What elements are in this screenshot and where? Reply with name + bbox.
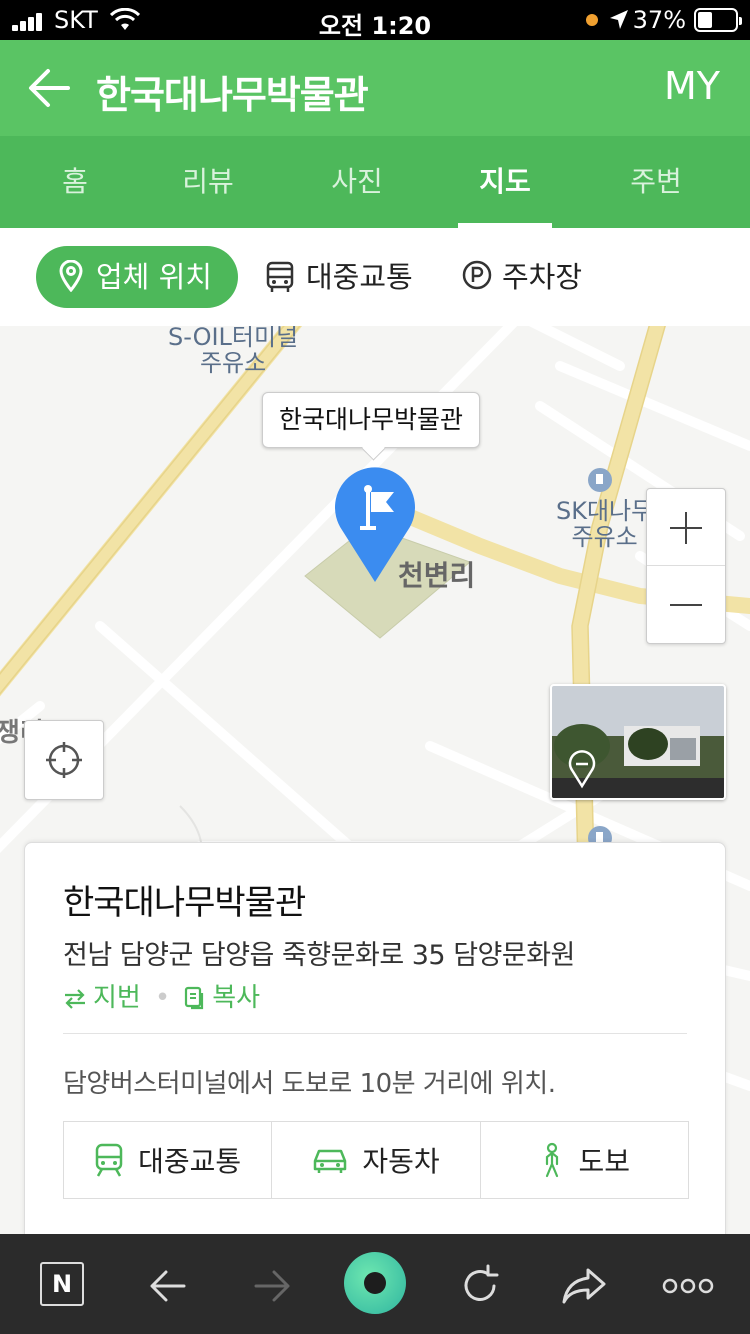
car-route-button[interactable]: 자동차 (272, 1122, 481, 1198)
tab-nearby[interactable]: 주변 (601, 136, 711, 228)
transit-chip-label: 대중교통 (306, 260, 413, 294)
tab-home[interactable]: 홈 (20, 136, 130, 228)
map-label-sk: SK대나무 주유소 (556, 498, 653, 550)
crosshair-icon (46, 742, 82, 778)
parking-chip[interactable]: 주차장 (462, 246, 582, 308)
current-location-button[interactable] (24, 720, 104, 800)
battery-percent: 37% (632, 6, 686, 34)
business-location-chip[interactable]: 업체 위치 (36, 246, 238, 308)
car-route-label: 자동차 (362, 1145, 440, 1178)
directions-description: 담양버스터미널에서 도보로 10분 거리에 위치. (63, 1069, 556, 1099)
place-info-card: 한국대나무박물관 전남 담양군 담양읍 죽향문화로 35 담양문화원 지번 • … (24, 842, 726, 1242)
copy-icon (185, 986, 204, 1010)
address-actions: 지번 • 복사 (63, 977, 260, 1014)
status-bar: SKT 오전 1:20 37% (0, 0, 750, 40)
parking-icon (462, 260, 492, 290)
my-button[interactable]: MY (664, 64, 720, 108)
tab-photo[interactable]: 사진 (302, 136, 412, 228)
tab-review[interactable]: 리뷰 (153, 136, 263, 228)
walk-route-label: 도보 (578, 1145, 631, 1178)
soil-name: S-OIL터미널 (168, 326, 299, 351)
train-icon (95, 1143, 123, 1177)
walking-icon (545, 1142, 558, 1178)
page-title: 한국대나무박물관 (96, 73, 369, 117)
more-options-icon[interactable] (662, 1260, 714, 1312)
business-location-label: 업체 위치 (96, 260, 212, 294)
map-label-soil: S-OIL터미널 주유소 (168, 326, 298, 376)
transit-route-button[interactable]: 대중교통 (64, 1122, 273, 1198)
zoom-controls (646, 488, 726, 644)
place-callout[interactable]: 한국대나무박물관 (262, 392, 481, 448)
location-arrow-icon (610, 10, 628, 29)
back-arrow-icon[interactable] (26, 66, 72, 110)
battery-icon (694, 8, 742, 32)
browser-forward-icon[interactable] (246, 1260, 298, 1312)
header: 한국대나무박물관 MY (0, 40, 750, 136)
tab-map[interactable]: 지도 (450, 136, 560, 228)
map-filter-bar: 업체 위치 대중교통 주차장 (0, 228, 750, 326)
place-address: 전남 담양군 담양읍 죽향문화로 35 담양문화원 (63, 940, 575, 971)
bus-icon (266, 261, 294, 292)
street-view-image (552, 686, 724, 798)
divider (63, 1033, 687, 1034)
browser-back-icon[interactable] (142, 1260, 194, 1312)
street-view-thumbnail[interactable] (550, 684, 726, 800)
tab-bar: 홈 리뷰 사진 지도 주변 (0, 136, 750, 228)
zoom-out-button[interactable] (647, 566, 725, 643)
location-pin-icon (59, 260, 83, 292)
walk-route-button[interactable]: 도보 (481, 1122, 688, 1198)
route-mode-buttons: 대중교통 자동차 도보 (63, 1121, 689, 1199)
share-icon[interactable] (558, 1260, 610, 1312)
car-icon (314, 1149, 347, 1173)
place-name: 한국대나무박물관 (63, 883, 306, 923)
recording-dot-icon (586, 14, 598, 26)
sk-suffix: 주유소 (571, 523, 638, 551)
browser-toolbar: N (0, 1234, 750, 1334)
transit-route-label: 대중교통 (138, 1145, 242, 1178)
copy-address-button[interactable]: 복사 (184, 977, 260, 1014)
green-dot-home-button[interactable] (344, 1252, 406, 1314)
zoom-in-button[interactable] (647, 489, 725, 566)
refresh-icon[interactable] (454, 1260, 506, 1312)
lot-number-label: 지번 (93, 983, 141, 1013)
flag-pin-icon[interactable] (330, 462, 420, 584)
naver-n-icon[interactable]: N (40, 1262, 84, 1306)
sk-name: SK대나무 (556, 497, 654, 525)
transit-chip[interactable]: 대중교통 (266, 246, 413, 308)
parking-chip-label: 주차장 (502, 260, 583, 294)
copy-label: 복사 (212, 983, 261, 1013)
lot-number-link[interactable]: 지번 (63, 977, 141, 1014)
swap-arrows-icon (65, 989, 85, 1009)
soil-suffix: 주유소 (199, 349, 267, 377)
